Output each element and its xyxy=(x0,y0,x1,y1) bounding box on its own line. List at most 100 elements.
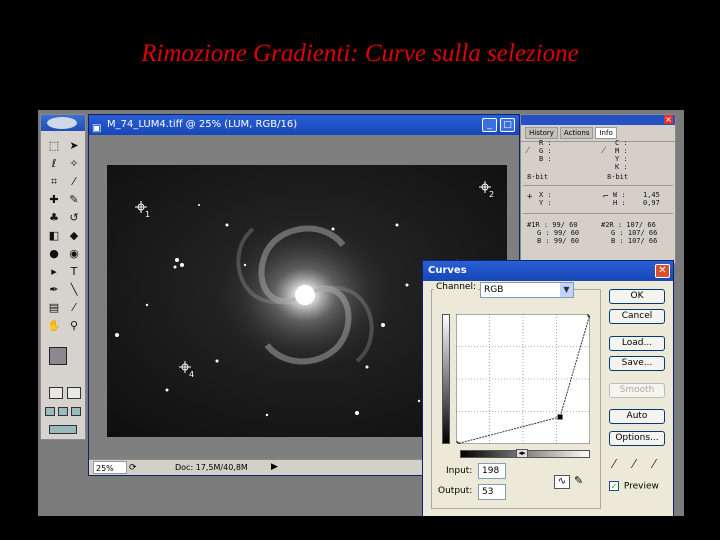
preview-checkbox-row[interactable]: ✓ Preview xyxy=(609,481,659,492)
brush-tool-icon[interactable]: ✎ xyxy=(65,191,83,208)
curves-dialog: Curves ✕ Channel: RGB ▼ ◂▸ Input: 198 Ou… xyxy=(422,260,674,516)
blur-tool-icon[interactable]: ● xyxy=(45,245,63,262)
output-field[interactable]: 53 xyxy=(478,484,506,500)
photoshop-screen: ⬚ ➤ ℓ ✧ ⌗ ⁄ ✚ ✎ ♣ ↺ ◧ ◆ ● ◉ ▸ T ✒ ╲ ▤ ⁄ … xyxy=(38,110,684,516)
info-bit-right: 8-bit xyxy=(607,173,629,181)
hand-tool-icon[interactable]: ✋ xyxy=(45,317,63,334)
info-sampler-2: #2R : 107/ 66 G : 107/ 66 B : 107/ 66 xyxy=(601,221,657,245)
quick-mask-mode-icon[interactable] xyxy=(67,387,81,399)
screen-mode-full-menu-icon[interactable] xyxy=(58,407,68,416)
sampler-label-1: 1 xyxy=(145,210,150,219)
load-button[interactable]: Load... xyxy=(609,336,665,351)
sampler-label-2: 2 xyxy=(489,190,494,199)
paint-bucket-tool-icon[interactable]: ◆ xyxy=(65,227,83,244)
info-label-w: W : xyxy=(613,191,626,199)
move-tool-icon[interactable]: ➤ xyxy=(65,137,83,154)
curves-close-button[interactable]: ✕ xyxy=(655,264,670,278)
info-label-r: R : xyxy=(539,139,552,147)
screen-mode-full-icon[interactable] xyxy=(71,407,81,416)
channel-select-value: RGB xyxy=(484,285,504,295)
slice-tool-icon[interactable]: ⁄ xyxy=(65,173,83,190)
chevron-down-icon[interactable]: ▼ xyxy=(560,283,573,297)
info-palette-close-icon[interactable]: × xyxy=(664,115,673,124)
eyedropper-tool-icon[interactable]: ⁄ xyxy=(65,299,83,316)
preview-checkbox[interactable]: ✓ xyxy=(609,481,619,491)
curve-point[interactable] xyxy=(557,414,563,420)
path-select-tool-icon[interactable]: ▸ xyxy=(45,263,63,280)
gradient-switch-icon[interactable]: ◂▸ xyxy=(516,449,528,458)
sampler-2-g: G : 107/ 66 xyxy=(611,229,658,237)
info-rgb-readout: R : G : B : xyxy=(539,139,552,163)
output-label: Output: xyxy=(438,486,473,496)
info-label-k: K : xyxy=(615,163,628,171)
lasso-tool-icon[interactable]: ℓ xyxy=(45,155,63,172)
input-label: Input: xyxy=(446,466,473,476)
healing-brush-tool-icon[interactable]: ✚ xyxy=(45,191,63,208)
gray-eyedropper-icon[interactable]: ⁄ xyxy=(633,457,635,471)
info-label-b: B : xyxy=(539,155,552,163)
channel-label: Channel: xyxy=(434,282,478,292)
smooth-button[interactable]: Smooth xyxy=(609,383,665,398)
sampler-2-b: B : 107/ 66 xyxy=(611,237,658,245)
history-brush-tool-icon[interactable]: ↺ xyxy=(65,209,83,226)
curves-title: Curves xyxy=(428,265,467,276)
black-eyedropper-icon[interactable]: ⁄ xyxy=(613,457,615,471)
sampler-label-4: 4 xyxy=(189,370,194,379)
standard-mode-icon[interactable] xyxy=(49,387,63,399)
pencil-tool-icon[interactable]: ✎ xyxy=(574,474,583,487)
ok-button[interactable]: OK xyxy=(609,289,665,304)
pen-tool-icon[interactable]: ✒ xyxy=(45,281,63,298)
magic-wand-tool-icon[interactable]: ✧ xyxy=(65,155,83,172)
document-size-info[interactable]: Doc: 17,5M/40,8M xyxy=(175,461,248,475)
info-cmyk-readout: C : M : Y : K : xyxy=(615,139,628,171)
screen-mode-standard-icon[interactable] xyxy=(45,407,55,416)
eyedropper-cmyk-icon: ⁄ xyxy=(603,146,605,156)
crop-tool-icon[interactable]: ⌗ xyxy=(45,173,63,190)
document-titlebar[interactable]: ▣ M_74_LUM4.tiff @ 25% (LUM, RGB/16) _ □ xyxy=(89,115,519,135)
dodge-tool-icon[interactable]: ◉ xyxy=(65,245,83,262)
minimize-button[interactable]: _ xyxy=(482,118,497,132)
jump-to-imageready-icon[interactable] xyxy=(49,425,77,434)
preview-label: Preview xyxy=(623,481,659,492)
channel-select[interactable]: RGB ▼ xyxy=(480,282,574,298)
marquee-tool-icon[interactable]: ⬚ xyxy=(45,137,63,154)
eyedropper-rgb-icon: ⁄ xyxy=(527,146,529,156)
tab-history[interactable]: History xyxy=(525,127,558,139)
info-h-value: 0,97 xyxy=(643,199,660,207)
input-field[interactable]: 198 xyxy=(478,463,506,479)
tab-actions[interactable]: Actions xyxy=(559,127,594,139)
info-label-y: Y : xyxy=(615,155,628,163)
curves-channel-group: Channel: RGB ▼ ◂▸ Input: 198 Output: 53 … xyxy=(431,282,601,509)
curves-titlebar[interactable]: Curves ✕ xyxy=(423,261,673,281)
eraser-tool-icon[interactable]: ◧ xyxy=(45,227,63,244)
status-menu-arrow-icon[interactable]: ▶ xyxy=(271,460,278,474)
white-eyedropper-icon[interactable]: ⁄ xyxy=(653,457,655,471)
info-separator xyxy=(523,185,673,186)
tab-info[interactable]: Info xyxy=(595,127,617,139)
auto-button[interactable]: Auto xyxy=(609,409,665,424)
curve-point-tool-icon[interactable]: ∿ xyxy=(554,475,570,489)
info-palette-titlebar[interactable]: × xyxy=(521,115,675,125)
zoom-tool-icon[interactable]: ⚲ xyxy=(65,317,83,334)
zoom-field[interactable]: 25% xyxy=(93,461,127,474)
options-button[interactable]: Options... xyxy=(609,431,665,446)
tools-palette: ⬚ ➤ ℓ ✧ ⌗ ⁄ ✚ ✎ ♣ ↺ ◧ ◆ ● ◉ ▸ T ✒ ╲ ▤ ⁄ … xyxy=(40,114,86,440)
output-gradient-bar xyxy=(442,314,450,444)
stamp-tool-icon[interactable]: ♣ xyxy=(45,209,63,226)
notes-tool-icon[interactable]: ▤ xyxy=(45,299,63,316)
line-tool-icon[interactable]: ╲ xyxy=(65,281,83,298)
document-title: M_74_LUM4.tiff @ 25% (LUM, RGB/16) xyxy=(107,119,298,130)
save-button[interactable]: Save... xyxy=(609,356,665,371)
slide-title: Rimozione Gradienti: Curve sulla selezio… xyxy=(141,40,579,67)
cancel-button[interactable]: Cancel xyxy=(609,309,665,324)
type-tool-icon[interactable]: T xyxy=(65,263,83,280)
crosshair-icon: + xyxy=(527,192,533,202)
maximize-button[interactable]: □ xyxy=(500,118,515,132)
curve-point[interactable] xyxy=(456,441,459,444)
zoom-icon[interactable]: ⟳ xyxy=(129,461,137,475)
curves-graph[interactable] xyxy=(456,314,590,444)
info-separator xyxy=(523,213,673,214)
curve-point[interactable] xyxy=(587,314,590,317)
info-label-g: G : xyxy=(539,147,552,155)
foreground-color-swatch[interactable] xyxy=(49,347,67,365)
